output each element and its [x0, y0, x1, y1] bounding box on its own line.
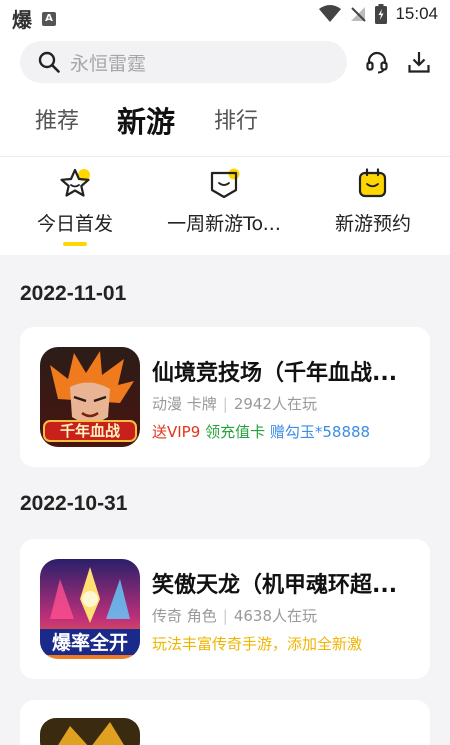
- tag-vip: 送VIP9: [152, 423, 201, 441]
- notification-badge-icon: A: [42, 11, 56, 26]
- game-players: 4638人在玩: [233, 607, 318, 625]
- subtab-label: 新游预约: [334, 213, 411, 235]
- section-date: 2022-10-31: [20, 492, 128, 515]
- section-date: 2022-11-01: [20, 282, 127, 305]
- active-indicator: [63, 242, 87, 246]
- game-meta: 传奇 角色 | 4638人在玩: [152, 605, 317, 626]
- game-genre: 动漫 卡牌: [152, 395, 217, 413]
- game-genre: 传奇 角色: [152, 607, 217, 625]
- game-card[interactable]: 爆率全开 笑傲天龙（机甲魂环超... 传奇 角色 | 4638人在玩 玩法丰富传奇手…: [20, 539, 430, 679]
- subtab-label: 今日首发: [36, 213, 113, 235]
- no-signal-icon: [351, 7, 367, 22]
- game-title: 笑傲天龙（机甲魂环超...: [152, 573, 398, 598]
- search-input[interactable]: 永恒雷霆: [70, 49, 146, 76]
- game-cover-art: 爆率全开: [40, 559, 140, 659]
- cover-logo-text: 爆率全开: [52, 631, 128, 654]
- header: 永恒雷霆 推荐 新游 排行: [0, 32, 450, 156]
- status-right: 15:04: [319, 4, 438, 24]
- subtab-today-release[interactable]: 今日首发: [0, 167, 150, 246]
- tab-recommend[interactable]: 推荐: [35, 100, 79, 144]
- status-left: 爆 A: [12, 4, 56, 33]
- headset-icon[interactable]: [365, 50, 389, 74]
- status-bar: 爆 A 15:04: [0, 0, 450, 32]
- wifi-icon: [319, 5, 342, 22]
- download-icon[interactable]: [407, 50, 431, 74]
- sub-navigation: 今日首发 一周新游To... 新游预约: [0, 157, 450, 255]
- tag-gift: 赠勾玉*58888: [269, 423, 371, 441]
- star-icon: [60, 168, 90, 197]
- game-tags: 送VIP9 领充值卡 赠勾玉*58888: [152, 421, 417, 442]
- subtab-weekly-new[interactable]: 一周新游To...: [149, 167, 299, 236]
- status-time: 15:04: [395, 4, 438, 23]
- game-cover-art: 千年血战: [40, 347, 140, 447]
- app-notification-icon: 爆: [12, 8, 32, 32]
- game-meta: 动漫 卡牌 | 2942人在玩: [152, 393, 317, 414]
- calendar-icon: [358, 168, 387, 198]
- tag-recharge: 领充值卡: [205, 423, 266, 441]
- game-cover[interactable]: 爆率全开: [40, 559, 140, 659]
- game-card[interactable]: 千年血战 仙境竞技场（千年血战... 动漫 卡牌 | 2942人在玩 送VIP9 领…: [20, 327, 430, 467]
- weekly-games-icon: [210, 168, 240, 199]
- game-cover-partial: [40, 718, 140, 745]
- game-title: 仙境竞技场（千年血战...: [152, 361, 398, 386]
- game-cover[interactable]: 千年血战: [40, 347, 140, 447]
- game-card-partial[interactable]: [20, 700, 430, 745]
- meta-separator: |: [222, 607, 228, 625]
- tab-ranking[interactable]: 排行: [214, 100, 258, 144]
- subtab-label: 一周新游To...: [167, 213, 281, 235]
- tab-new-games[interactable]: 新游: [117, 100, 175, 144]
- game-tags: 玩法丰富传奇手游，添加全新激: [152, 633, 417, 654]
- cover-logo-text: 千年血战: [60, 422, 120, 440]
- tag-description: 玩法丰富传奇手游，添加全新激: [152, 635, 363, 653]
- subtab-reservation[interactable]: 新游预约: [298, 167, 448, 236]
- game-players: 2942人在玩: [233, 395, 318, 413]
- battery-icon: [375, 4, 388, 24]
- meta-separator: |: [222, 395, 228, 413]
- search-icon: [38, 51, 60, 73]
- search-bar[interactable]: 永恒雷霆: [20, 41, 347, 83]
- top-tabs: 推荐 新游 排行: [0, 100, 450, 144]
